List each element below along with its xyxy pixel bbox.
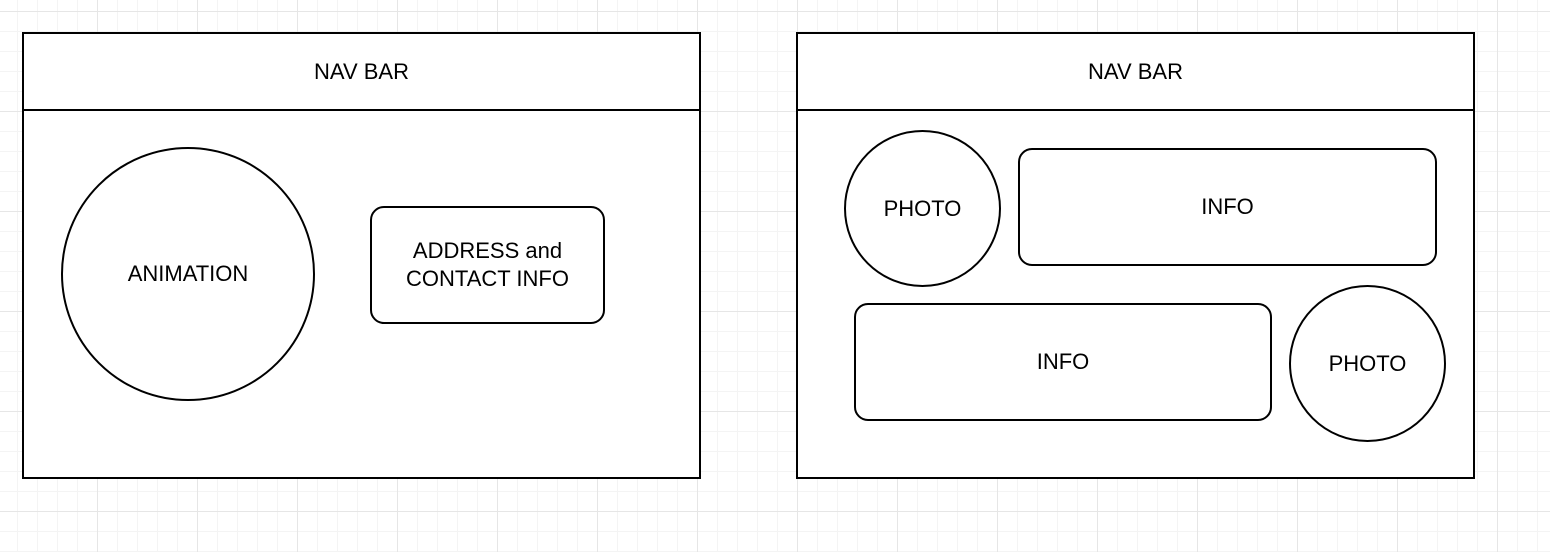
animation-label: ANIMATION [127, 261, 249, 286]
photo-circle-bottom: PHOTO [1289, 285, 1446, 442]
address-contact-box: ADDRESS and CONTACT INFO [370, 206, 605, 324]
photo-bottom-label: PHOTO [1328, 350, 1407, 376]
photo-circle-top: PHOTO [844, 130, 1001, 287]
animation-circle: ANIMATION [61, 147, 315, 401]
photo-top-label: PHOTO [883, 195, 962, 221]
left-nav-bar: NAV BAR [24, 34, 699, 111]
address-label-line2: CONTACT INFO [406, 266, 569, 291]
info-box-top: INFO [1018, 148, 1437, 266]
right-nav-bar-label: NAV BAR [1088, 58, 1183, 84]
info-box-bottom: INFO [854, 303, 1272, 421]
left-nav-bar-label: NAV BAR [314, 58, 409, 84]
info-bottom-label: INFO [1036, 349, 1090, 374]
right-nav-bar: NAV BAR [798, 34, 1473, 111]
address-label-line1: ADDRESS and [412, 238, 563, 263]
info-top-label: INFO [1201, 194, 1254, 219]
